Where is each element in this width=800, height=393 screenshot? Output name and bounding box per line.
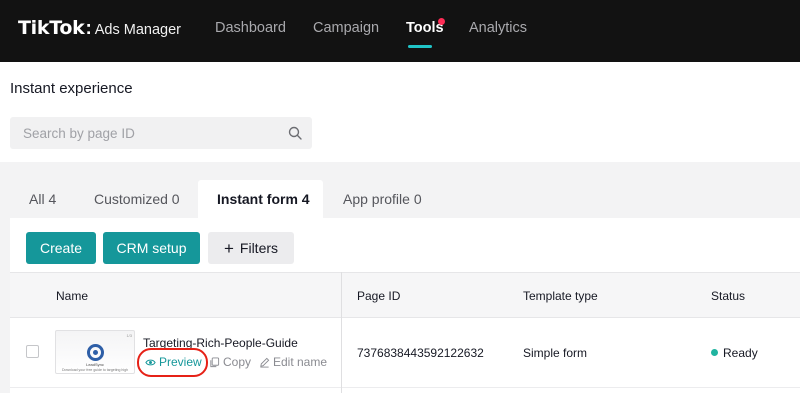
tab-all[interactable]: All 4 xyxy=(29,191,56,207)
thumbnail-page-count: 1/3 xyxy=(126,333,132,338)
form-thumbnail[interactable]: 1/3 LeadSync Download your free guide to… xyxy=(55,330,135,374)
edit-name-label: Edit name xyxy=(273,355,328,369)
active-nav-indicator xyxy=(408,45,432,48)
notification-dot xyxy=(438,18,445,25)
column-header-template-type[interactable]: Template type xyxy=(523,289,598,303)
search-icon[interactable] xyxy=(288,126,302,140)
column-header-page-id[interactable]: Page ID xyxy=(357,289,400,303)
page-title: Instant experience xyxy=(10,80,133,97)
nav-analytics[interactable]: Analytics xyxy=(469,20,527,36)
preview-highlight-annotation xyxy=(137,348,208,377)
crm-setup-button[interactable]: CRM setup xyxy=(103,232,200,264)
brand-logo[interactable]: TikTok : Ads Manager xyxy=(18,17,181,41)
tab-customized[interactable]: Customized 0 xyxy=(94,191,180,207)
crm-setup-button-label: CRM setup xyxy=(116,240,187,256)
search-input[interactable] xyxy=(10,117,280,149)
frozen-column-divider xyxy=(341,272,342,393)
nav-dashboard[interactable]: Dashboard xyxy=(215,20,286,36)
table-header xyxy=(10,272,800,318)
tab-instant-form[interactable]: Instant form 4 xyxy=(217,191,310,207)
column-header-status[interactable]: Status xyxy=(711,289,745,303)
brand-separator: : xyxy=(85,18,92,39)
nav-campaign[interactable]: Campaign xyxy=(313,20,379,36)
copy-icon xyxy=(210,356,220,367)
create-button-label: Create xyxy=(39,240,83,256)
copy-link[interactable]: Copy xyxy=(209,355,251,369)
search-box[interactable] xyxy=(10,117,312,149)
row-checkbox[interactable] xyxy=(26,345,39,358)
status-ready-dot xyxy=(711,349,718,356)
pencil-icon xyxy=(260,357,270,368)
thumbnail-caption: Download your free guide to targeting hi… xyxy=(62,368,128,372)
page-id-cell: 7376838443592122632 xyxy=(357,346,484,360)
template-type-cell: Simple form xyxy=(523,346,588,360)
filters-button-label: Filters xyxy=(239,240,279,256)
edit-name-link[interactable]: Edit name xyxy=(259,355,327,369)
tab-app-profile[interactable]: App profile 0 xyxy=(343,191,422,207)
thumbnail-brand: LeadSync xyxy=(86,362,104,367)
copy-label: Copy xyxy=(223,355,252,369)
column-header-name[interactable]: Name xyxy=(56,289,88,303)
create-button[interactable]: Create xyxy=(26,232,96,264)
filters-button[interactable]: + Filters xyxy=(208,232,294,264)
top-nav-bar: TikTok : Ads Manager Dashboard Campaign … xyxy=(0,0,800,62)
plus-icon: + xyxy=(223,238,234,258)
tiktok-wordmark: TikTok xyxy=(18,17,85,39)
status-cell: Ready xyxy=(723,346,758,360)
leadsync-logo-icon xyxy=(87,344,104,361)
product-name: Ads Manager xyxy=(94,22,182,38)
